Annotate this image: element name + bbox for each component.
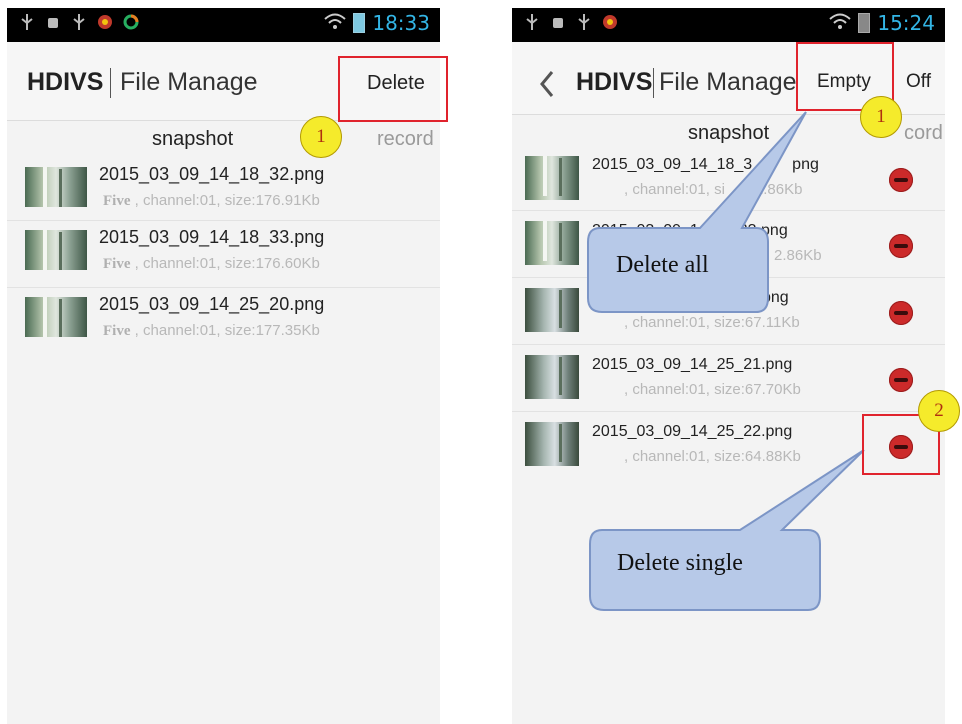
step-badge: 2 — [918, 390, 960, 432]
delete-single-callout-shape — [589, 449, 865, 611]
step-badge: 1 — [860, 96, 902, 138]
delete-all-callout-shape — [587, 111, 807, 313]
delete-single-callout-text: Delete single — [617, 550, 743, 576]
delete-all-callout-text: Delete all — [616, 252, 709, 278]
